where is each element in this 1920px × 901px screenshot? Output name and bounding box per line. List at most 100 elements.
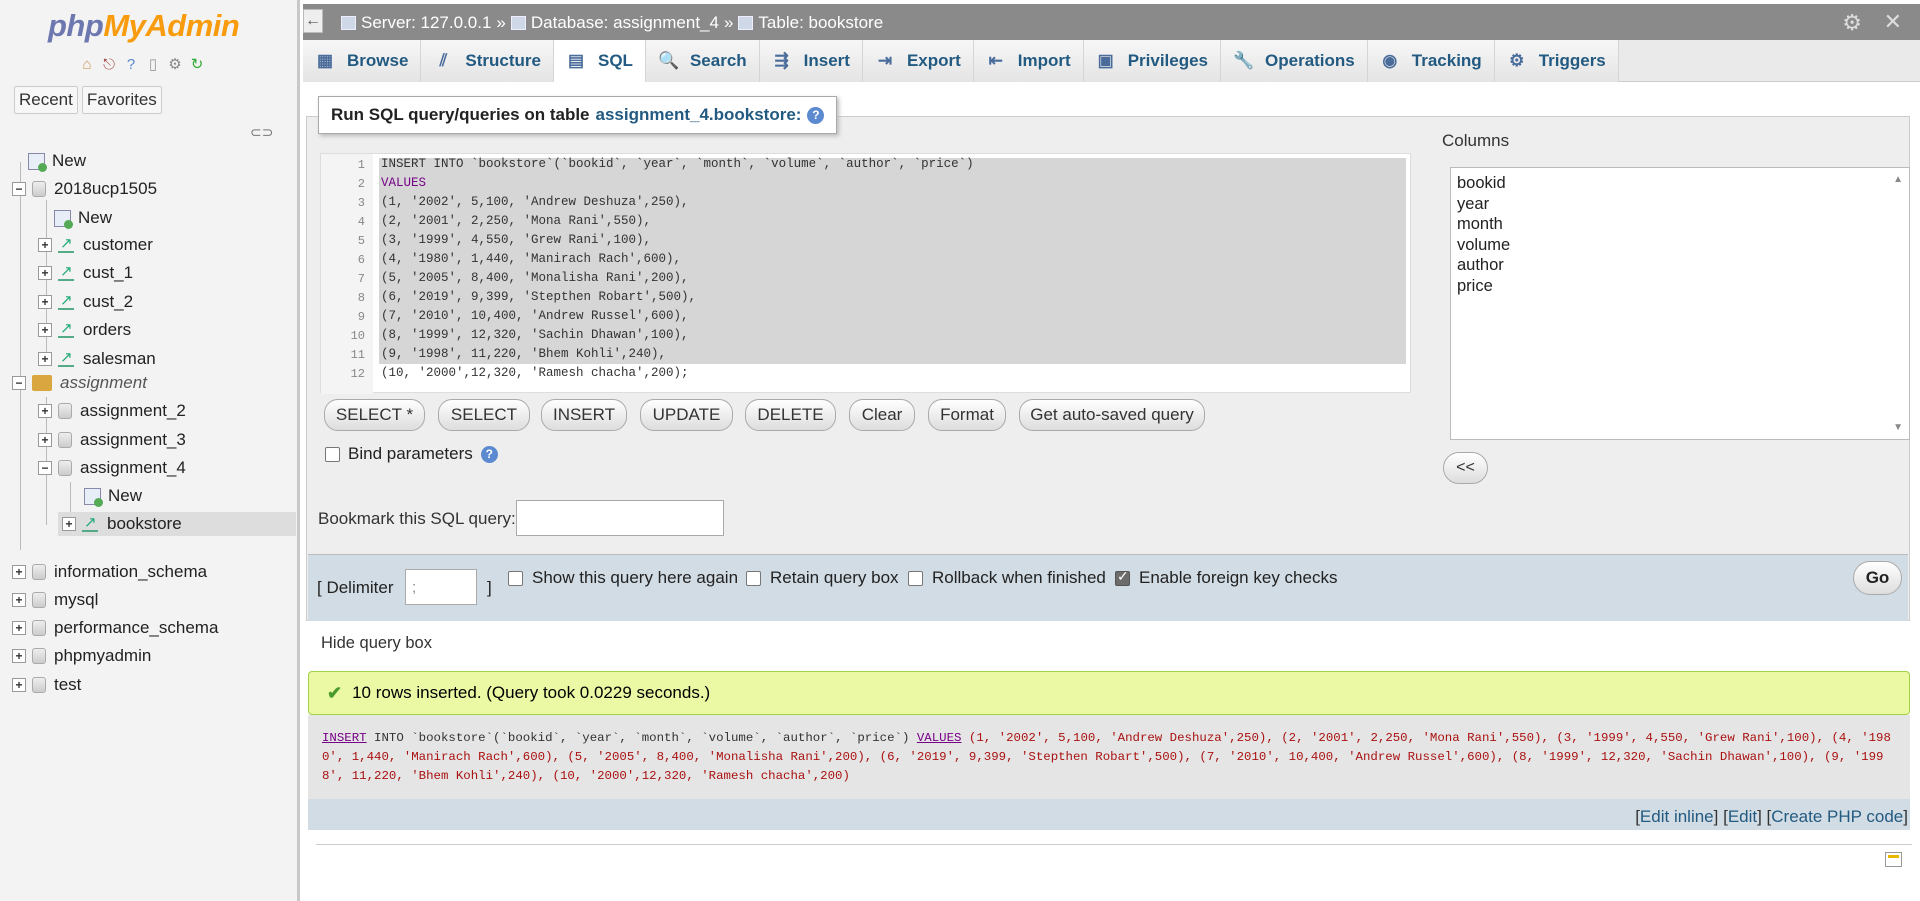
console-icon[interactable] [1885,852,1902,867]
expand-icon[interactable]: + [12,621,26,635]
phpmyadmin-logo[interactable]: phpMyAdmin [48,8,240,44]
breadcrumb-database[interactable]: Database: assignment_4 [531,13,719,33]
tree-table-bookstore[interactable]: +bookstore [58,512,296,536]
sql-keyword-link[interactable]: INSERT [322,731,367,745]
update-button[interactable]: UPDATE [640,399,733,431]
recent-tab[interactable]: Recent [14,86,78,114]
tree-group-assignment[interactable]: − assignment [12,371,147,395]
tree-table-cust-1[interactable]: +cust_1 [38,261,133,285]
link-icon[interactable]: ⊂⊃ [250,124,273,141]
column-option[interactable]: month [1457,214,1903,235]
column-option[interactable]: volume [1457,235,1903,256]
tree-db-performance-schema[interactable]: + performance_schema [12,616,218,640]
settings-icon[interactable]: ⚙ [1842,10,1862,36]
settings-icon[interactable]: ⚙ [166,55,184,73]
option-retain-query-box[interactable]: Retain query box [746,568,899,588]
expand-icon[interactable]: + [38,266,52,280]
tree-db-assignment-2[interactable]: + assignment_2 [38,399,186,423]
insert-button[interactable]: INSERT [541,399,627,431]
breadcrumb-table[interactable]: Table: bookstore [758,13,883,33]
option-show-query[interactable]: Show this query here again [508,568,738,588]
expand-icon[interactable]: + [38,352,52,366]
home-icon[interactable]: ⌂ [78,55,96,73]
tab-insert[interactable]: ⇶ Insert [759,40,863,82]
tree-db-assignment-3[interactable]: + assignment_3 [38,428,186,452]
tab-search[interactable]: 🔍 Search [645,40,760,82]
option-foreign-key-checks[interactable]: Enable foreign key checks [1115,568,1337,588]
tree-table-orders[interactable]: +orders [38,318,131,342]
collapse-icon[interactable]: − [12,376,26,390]
select-button[interactable]: SELECT [438,399,530,431]
sql-keyword-link[interactable]: VALUES [917,731,962,745]
column-option[interactable]: year [1457,194,1903,215]
tree-db-assignment-4[interactable]: − assignment_4 [38,456,186,480]
tree-db-2018ucp1505[interactable]: −2018ucp1505 [12,177,157,201]
expand-icon[interactable]: + [38,295,52,309]
bookmark-input[interactable] [516,500,724,536]
expand-icon[interactable]: + [38,238,52,252]
collapse-nav-button[interactable]: ← [303,9,323,33]
tab-operations[interactable]: 🔧 Operations [1221,40,1368,82]
rollback-checkbox[interactable] [908,570,923,586]
create-php-code-link[interactable]: Create PHP code [1771,807,1903,826]
breadcrumb-server[interactable]: Server: 127.0.0.1 [361,13,491,33]
expand-icon[interactable]: + [38,404,52,418]
expand-icon[interactable]: + [38,433,52,447]
foreign-key-checkbox[interactable] [1115,568,1130,586]
column-option[interactable]: author [1457,255,1903,276]
tab-import[interactable]: ⇤ Import [973,40,1084,82]
expand-icon[interactable]: + [12,678,26,692]
tree-db-mysql[interactable]: + mysql [12,588,98,612]
tree-item-new[interactable]: New [54,206,112,230]
tab-tracking[interactable]: ◉ Tracking [1367,40,1495,82]
format-button[interactable]: Format [928,399,1006,431]
show-query-checkbox[interactable] [508,570,523,586]
scroll-up-icon[interactable]: ▲ [1893,174,1903,185]
insert-column-button[interactable]: << [1443,452,1488,484]
tab-privileges[interactable]: ▣ Privileges [1083,40,1222,82]
bind-parameters-checkbox[interactable] [325,446,340,462]
sql-editor[interactable]: 1 2 3 4 5 6 7 8 9 10 11 12 INSERT INTO `… [320,153,1411,394]
clear-button[interactable]: Clear [849,399,915,431]
tree-item-new[interactable]: New [28,149,86,173]
columns-list[interactable]: bookid year month volume author price ▲ … [1450,167,1910,440]
option-rollback[interactable]: Rollback when finished [908,568,1106,588]
tree-table-customer[interactable]: +customer [38,233,153,257]
tree-db-information-schema[interactable]: + information_schema [12,560,207,584]
delimiter-input[interactable]: ; [405,569,477,605]
expand-icon[interactable]: + [12,565,26,579]
exit-icon[interactable]: ⎋ [100,55,118,73]
tree-db-test[interactable]: + test [12,673,81,697]
hide-query-box-link[interactable]: Hide query box [321,634,432,653]
expand-icon[interactable]: + [38,323,52,337]
select-star-button[interactable]: SELECT * [324,399,425,431]
scroll-down-icon[interactable]: ▼ [1893,422,1903,433]
close-icon[interactable]: ✕ [1884,9,1902,35]
tab-triggers[interactable]: ⚙ Triggers [1494,40,1619,82]
docs-icon[interactable]: ▯ [144,55,162,73]
tab-sql[interactable]: ▤ SQL [554,40,646,82]
go-button[interactable]: Go [1853,561,1902,595]
tree-table-salesman[interactable]: +salesman [38,347,156,371]
get-auto-saved-query-button[interactable]: Get auto-saved query [1019,399,1205,431]
collapse-icon[interactable]: − [38,461,52,475]
tree-db-phpmyadmin[interactable]: + phpmyadmin [12,644,151,668]
tree-table-cust-2[interactable]: +cust_2 [38,290,133,314]
expand-icon[interactable]: + [12,593,26,607]
help-icon[interactable]: ? [480,445,498,463]
column-option[interactable]: price [1457,276,1903,297]
column-option[interactable]: bookid [1457,173,1903,194]
help-icon[interactable]: ? [122,55,140,73]
tab-browse[interactable]: ▦ Browse [303,40,422,82]
tab-structure[interactable]: ⫽ Structure [421,40,554,82]
collapse-icon[interactable]: − [12,182,26,196]
tab-export[interactable]: ⇥ Export [862,40,974,82]
edit-inline-link[interactable]: Edit inline [1640,807,1714,826]
edit-link[interactable]: Edit [1728,807,1757,826]
favorites-tab[interactable]: Favorites [81,86,162,114]
reload-icon[interactable]: ↻ [188,55,206,73]
retain-query-box-checkbox[interactable] [746,570,761,586]
expand-icon[interactable]: + [62,517,76,531]
help-icon[interactable]: ? [807,106,825,124]
tree-item-new[interactable]: New [84,484,142,508]
